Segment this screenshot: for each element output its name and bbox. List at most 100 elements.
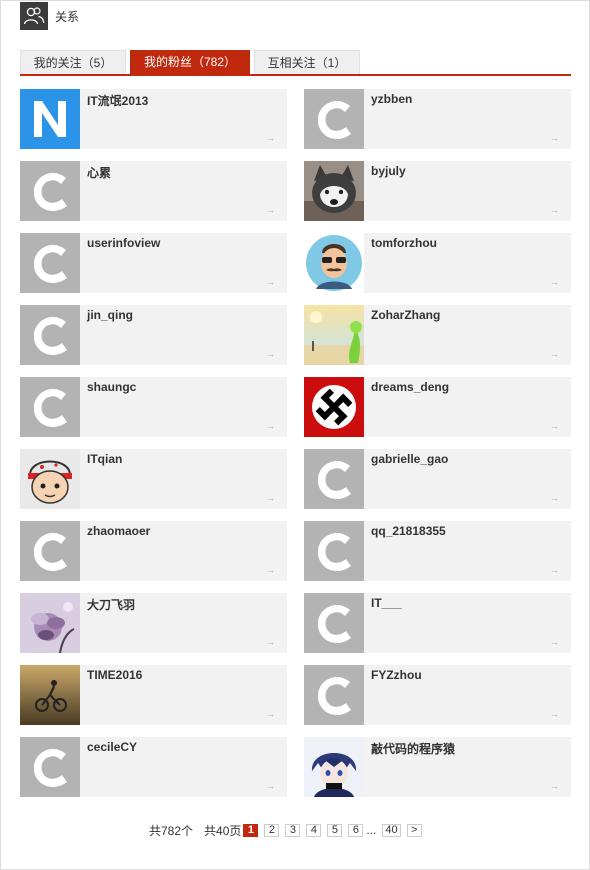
fan-username[interactable]: zhaomaoer — [87, 524, 150, 538]
arrow-right-icon[interactable]: → — [550, 637, 559, 647]
fan-card: userinfoview → — [20, 233, 287, 293]
fan-username[interactable]: userinfoview — [87, 236, 160, 250]
tab-mutual[interactable]: 互相关注（1） — [254, 50, 360, 74]
default-avatar-icon[interactable] — [304, 89, 364, 149]
user-avatar[interactable] — [304, 233, 364, 293]
arrow-right-icon[interactable]: → — [550, 781, 559, 791]
panel-title: 关系 — [55, 9, 80, 24]
fan-card: 心累 → — [20, 161, 287, 221]
fan-card: ITqian → — [20, 449, 287, 509]
arrow-right-icon[interactable]: → — [550, 565, 559, 575]
fan-username[interactable]: TIME2016 — [87, 668, 142, 682]
fan-card: 大刀飞羽 → — [20, 593, 287, 653]
fan-username[interactable]: dreams_deng — [371, 380, 449, 394]
default-avatar-icon[interactable] — [20, 737, 80, 797]
relations-panel: 关系 我的关注（5） 我的粉丝（782） 互相关注（1） IT流氓2013 → yz… — [0, 0, 590, 870]
user-avatar[interactable] — [304, 161, 364, 221]
user-avatar[interactable] — [304, 305, 364, 365]
arrow-right-icon[interactable]: → — [266, 565, 275, 575]
pagination-ellipsis: ... — [366, 823, 377, 837]
fan-username[interactable]: cecileCY — [87, 740, 137, 754]
default-avatar-icon[interactable] — [304, 665, 364, 725]
page-3-link[interactable]: 3 — [285, 823, 301, 837]
default-avatar-icon[interactable] — [20, 521, 80, 581]
fan-card: byjuly → — [304, 161, 571, 221]
page-last-link[interactable]: 40 — [382, 823, 401, 837]
fan-username[interactable]: IT___ — [371, 596, 402, 610]
fan-card: IT___ → — [304, 593, 571, 653]
arrow-right-icon[interactable]: → — [266, 277, 275, 287]
arrow-right-icon[interactable]: → — [550, 709, 559, 719]
page-next-button[interactable]: > — [406, 823, 422, 837]
arrow-right-icon[interactable]: → — [266, 421, 275, 431]
fan-username[interactable]: jin_qing — [87, 308, 133, 322]
fan-card: dreams_deng → — [304, 377, 571, 437]
user-avatar[interactable] — [304, 737, 364, 797]
page-6-link[interactable]: 6 — [348, 823, 364, 837]
panel-header: 关系 — [20, 2, 79, 30]
default-avatar-icon[interactable] — [304, 593, 364, 653]
pagination-total-items: 共782个 — [149, 823, 194, 838]
fan-username[interactable]: 敲代码的程序猿 — [371, 740, 455, 757]
fan-card: zhaomaoer → — [20, 521, 287, 581]
fan-username[interactable]: gabrielle_gao — [371, 452, 448, 466]
arrow-right-icon[interactable]: → — [550, 133, 559, 143]
pagination: 共782个 共40页 1 2 3 4 5 6 ... 40 > — [149, 822, 428, 838]
fan-card: TIME2016 → — [20, 665, 287, 725]
fan-card: 敲代码的程序猿 → — [304, 737, 571, 797]
arrow-right-icon[interactable]: → — [266, 493, 275, 503]
fan-card: FYZzhou → — [304, 665, 571, 725]
fan-username[interactable]: FYZzhou — [371, 668, 422, 682]
relation-tabs: 我的关注（5） 我的粉丝（782） 互相关注（1） — [20, 50, 571, 76]
fan-username[interactable]: byjuly — [371, 164, 406, 178]
fan-card: jin_qing → — [20, 305, 287, 365]
arrow-right-icon[interactable]: → — [266, 781, 275, 791]
arrow-right-icon[interactable]: → — [266, 709, 275, 719]
fan-card: cecileCY → — [20, 737, 287, 797]
default-avatar-icon[interactable] — [20, 377, 80, 437]
user-avatar[interactable] — [304, 377, 364, 437]
fan-card: gabrielle_gao → — [304, 449, 571, 509]
tab-following[interactable]: 我的关注（5） — [20, 50, 126, 74]
fan-username[interactable]: yzbben — [371, 92, 412, 106]
fan-username[interactable]: IT流氓2013 — [87, 92, 148, 109]
tab-fans[interactable]: 我的粉丝（782） — [130, 50, 250, 74]
arrow-right-icon[interactable]: → — [550, 421, 559, 431]
arrow-right-icon[interactable]: → — [550, 277, 559, 287]
arrow-right-icon[interactable]: → — [550, 349, 559, 359]
user-avatar[interactable] — [20, 89, 80, 149]
fan-username[interactable]: tomforzhou — [371, 236, 437, 250]
users-icon — [20, 2, 48, 30]
fan-username[interactable]: qq_21818355 — [371, 524, 446, 538]
arrow-right-icon[interactable]: → — [266, 205, 275, 215]
page-1-link[interactable]: 1 — [243, 823, 259, 837]
page-4-link[interactable]: 4 — [306, 823, 322, 837]
arrow-right-icon[interactable]: → — [266, 133, 275, 143]
fan-card: ZoharZhang → — [304, 305, 571, 365]
default-avatar-icon[interactable] — [20, 161, 80, 221]
default-avatar-icon[interactable] — [20, 233, 80, 293]
user-avatar[interactable] — [20, 593, 80, 653]
pagination-total-pages: 共40页 — [204, 823, 242, 838]
arrow-right-icon[interactable]: → — [550, 205, 559, 215]
default-avatar-icon[interactable] — [304, 521, 364, 581]
user-avatar[interactable] — [20, 449, 80, 509]
arrow-right-icon[interactable]: → — [266, 637, 275, 647]
fan-username[interactable]: shaungc — [87, 380, 136, 394]
default-avatar-icon[interactable] — [20, 305, 80, 365]
fan-card: IT流氓2013 → — [20, 89, 287, 149]
page-2-link[interactable]: 2 — [264, 823, 280, 837]
arrow-right-icon[interactable]: → — [266, 349, 275, 359]
fan-username[interactable]: ITqian — [87, 452, 122, 466]
fan-card: shaungc → — [20, 377, 287, 437]
fan-username[interactable]: 大刀飞羽 — [87, 596, 135, 613]
default-avatar-icon[interactable] — [304, 449, 364, 509]
fan-card: tomforzhou → — [304, 233, 571, 293]
fan-username[interactable]: 心累 — [87, 164, 111, 181]
page-5-link[interactable]: 5 — [327, 823, 343, 837]
fan-card: qq_21818355 → — [304, 521, 571, 581]
user-avatar[interactable] — [20, 665, 80, 725]
arrow-right-icon[interactable]: → — [550, 493, 559, 503]
fan-card: yzbben → — [304, 89, 571, 149]
fan-username[interactable]: ZoharZhang — [371, 308, 440, 322]
